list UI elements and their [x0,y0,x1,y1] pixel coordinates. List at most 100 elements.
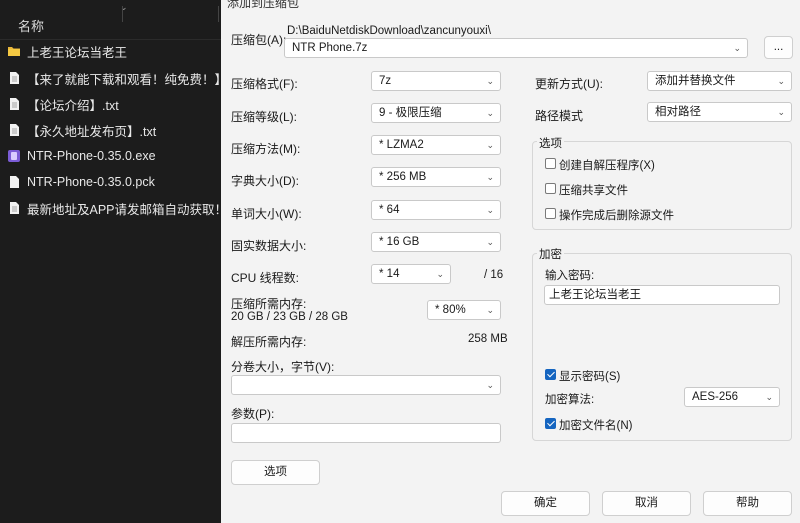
level-select[interactable]: 9 - 极限压缩 ⌄ [371,103,501,123]
chevron-down-icon: ⌄ [486,172,494,182]
word-label: 单词大小(W): [231,207,302,221]
encrypt-names-label[interactable]: 加密文件名(N) [559,417,632,433]
file-row[interactable]: 【论坛介绍】.txt [0,91,221,117]
encryption-group-title: 加密 [537,246,564,262]
password-value: 上老王论坛当老王 [549,289,641,301]
solid-label: 固实数据大小: [231,239,307,253]
delete-checkbox[interactable] [545,208,556,219]
format-select[interactable]: 7z ⌄ [371,71,501,91]
text-file-icon [10,72,19,84]
file-row[interactable]: NTR-Phone-0.35.0.exe [0,143,221,169]
file-explorer-pane: 名称 ⌄ 上老王论坛当老王 【来了就能下载和观看！纯免费！】.txt 【论坛介绍… [0,0,221,523]
password-input[interactable]: 上老王论坛当老王 [544,285,780,305]
format-value: 7z [379,75,392,87]
column-divider[interactable] [218,6,219,22]
delete-label[interactable]: 操作完成后删除源文件 [559,207,674,223]
decomp-label: 解压所需内存: [231,335,307,349]
enc-method-label: 加密算法: [545,394,595,406]
cpu-label: CPU 线程数: [231,271,300,285]
chevron-down-icon: ⌄ [733,43,741,53]
chevron-down-icon: ⌄ [777,76,785,86]
path-mode-value: 相对路径 [655,106,701,118]
method-value: * LZMA2 [379,139,424,151]
file-name: 最新地址及APP请发邮箱自动获取！！！ [27,202,221,217]
text-file-icon [10,98,19,110]
column-header: 名称 ⌄ [0,0,221,40]
ok-button[interactable]: 确定 [501,491,590,516]
params-label: 参数(P): [231,407,275,421]
sfx-checkbox[interactable] [545,158,556,169]
chevron-down-icon: ⌄ [486,205,494,215]
file-name: 【来了就能下载和观看！纯免费！】.txt [27,72,221,87]
archive-name-combo[interactable]: NTR Phone.7z ⌄ [284,38,748,58]
cpu-value: * 14 [379,268,400,280]
dict-label: 字典大小(D): [231,174,299,188]
archive-name-value: NTR Phone.7z [292,42,368,54]
encrypt-names-checkbox[interactable] [545,418,556,429]
chevron-down-icon: ⌄ [486,140,494,150]
method-select[interactable]: * LZMA2 ⌄ [371,135,501,155]
shared-checkbox[interactable] [545,183,556,194]
dict-select[interactable]: * 256 MB ⌄ [371,167,501,187]
file-row[interactable]: NTR-Phone-0.35.0.pck [0,169,221,195]
level-label: 压缩等级(L): [231,110,298,124]
chevron-down-icon: ⌄ [486,76,494,86]
path-mode-label: 路径模式 [535,109,584,123]
dict-value: * 256 MB [379,171,427,183]
path-mode-select[interactable]: 相对路径 ⌄ [647,102,792,122]
text-file-icon [10,124,19,136]
file-row[interactable]: 上老王论坛当老王 [0,38,221,64]
mem-percent-value: * 80% [435,304,466,316]
cancel-button[interactable]: 取消 [602,491,691,516]
options-button[interactable]: 选项 [231,460,320,485]
sfx-label[interactable]: 创建自解压程序(X) [559,157,655,173]
help-button[interactable]: 帮助 [703,491,792,516]
chevron-down-icon: ⌄ [486,305,494,315]
dialog-title: 添加到压缩包 [227,0,300,10]
update-value: 添加并替换文件 [655,75,736,87]
split-select[interactable]: ⌄ [231,375,501,395]
decomp-value: 258 MB [468,333,508,345]
shared-label[interactable]: 压缩共享文件 [559,182,628,198]
cpu-select[interactable]: * 14 ⌄ [371,264,451,284]
params-input[interactable] [231,423,501,443]
enc-method-value: AES-256 [692,391,739,403]
file-row[interactable]: 【来了就能下载和观看！纯免费！】.txt [0,65,221,91]
mem-values: 20 GB / 23 GB / 28 GB [231,311,348,323]
show-password-label[interactable]: 显示密码(S) [559,368,620,384]
file-name: 【论坛介绍】.txt [27,98,119,113]
enc-method-select[interactable]: AES-256 ⌄ [684,387,780,407]
file-name: 上老王论坛当老王 [27,45,128,60]
split-label: 分卷大小，字节(V): [231,360,335,374]
browse-button[interactable]: ... [764,36,793,59]
options-group-title: 选项 [537,135,564,151]
file-name: 【永久地址发布页】.txt [27,124,157,139]
level-value: 9 - 极限压缩 [379,107,442,119]
column-divider[interactable] [122,6,123,22]
chevron-down-icon: ⌄ [436,269,444,279]
archive-path: D:\BaiduNetdiskDownload\zancunyouxi\ [287,25,491,37]
word-select[interactable]: * 64 ⌄ [371,200,501,220]
word-value: * 64 [379,204,400,216]
format-label: 压缩格式(F): [231,77,298,91]
chevron-down-icon: ⌄ [486,380,494,390]
file-row[interactable]: 最新地址及APP请发邮箱自动获取！！！ [0,195,221,221]
dialog-title-bar[interactable]: 添加到压缩包 [221,0,800,10]
name-column-header[interactable]: 名称 [18,16,44,35]
exe-file-icon [8,150,20,162]
text-file-icon [10,202,19,214]
chevron-down-icon: ⌄ [486,237,494,247]
add-to-archive-dialog: 添加到压缩包 压缩包(A): D:\BaiduNetdiskDownload\z… [221,0,800,523]
show-password-checkbox[interactable] [545,369,556,380]
file-row[interactable]: 【永久地址发布页】.txt [0,117,221,143]
update-select[interactable]: 添加并替换文件 ⌄ [647,71,792,91]
file-icon [10,176,19,188]
solid-select[interactable]: * 16 GB ⌄ [371,232,501,252]
password-label: 输入密码: [545,270,595,282]
cpu-total: / 16 [484,269,504,281]
mem-percent-select[interactable]: * 80% ⌄ [427,300,501,320]
chevron-down-icon: ⌄ [486,108,494,118]
update-label: 更新方式(U): [535,77,603,91]
archive-label: 压缩包(A): [231,33,287,47]
file-name: NTR-Phone-0.35.0.exe [27,149,156,163]
